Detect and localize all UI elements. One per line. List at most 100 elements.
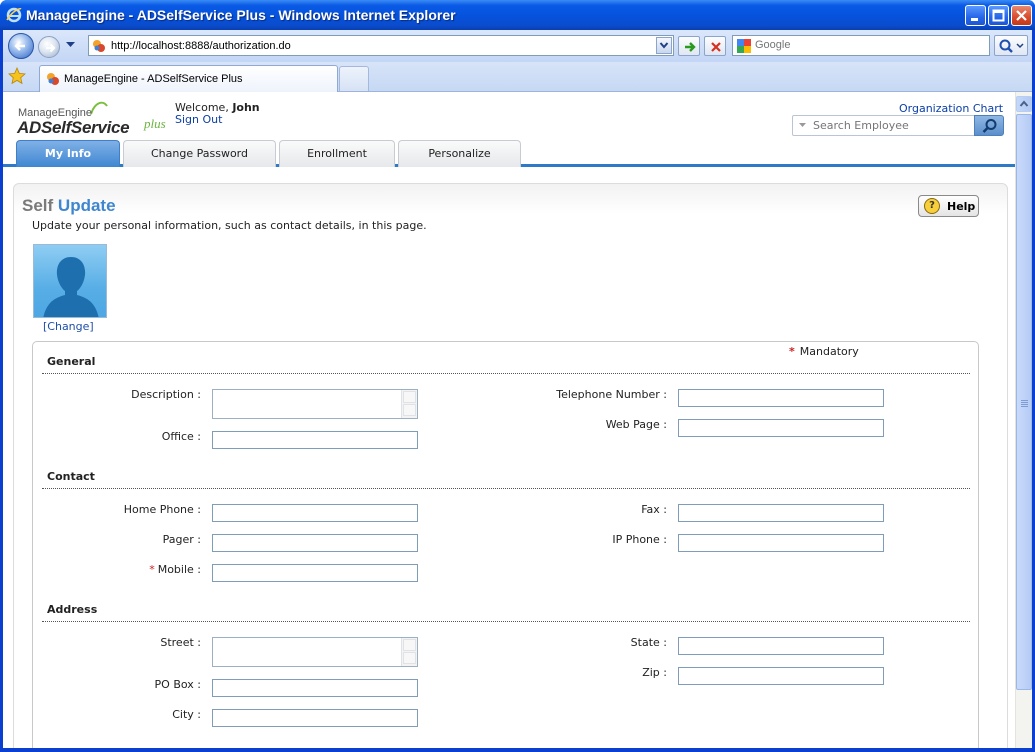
tab-enrollment[interactable]: Enrollment bbox=[279, 140, 395, 167]
help-button[interactable]: ? Help bbox=[918, 195, 979, 217]
section-contact-title: Contact bbox=[47, 470, 95, 483]
close-button[interactable] bbox=[1011, 5, 1032, 26]
page-scrollbar[interactable] bbox=[1015, 92, 1032, 748]
maximize-button[interactable] bbox=[988, 5, 1009, 26]
pager-label: Pager : bbox=[162, 533, 201, 546]
search-box bbox=[732, 35, 990, 56]
section-divider bbox=[42, 373, 970, 374]
google-icon bbox=[737, 39, 751, 53]
mobile-label: * Mobile : bbox=[41, 563, 201, 576]
section-general-title: General bbox=[47, 355, 96, 368]
pager-input[interactable] bbox=[212, 534, 418, 552]
forward-arrow-icon bbox=[46, 43, 56, 53]
app-tab-bar: My Info Change Password Enrollment Perso… bbox=[3, 139, 1015, 167]
favorites-star-icon[interactable] bbox=[8, 67, 26, 85]
help-label: Help bbox=[947, 200, 976, 213]
search-icon bbox=[982, 119, 997, 133]
mobile-input[interactable] bbox=[212, 564, 418, 582]
title-bar: ManageEngine - ADSelfService Plus - Wind… bbox=[0, 0, 1035, 30]
tab-personalize[interactable]: Personalize bbox=[398, 140, 521, 167]
fax-input[interactable] bbox=[678, 504, 884, 522]
street-textarea[interactable] bbox=[212, 637, 418, 667]
browser-tab-active[interactable]: ManageEngine - ADSelfService Plus bbox=[39, 65, 338, 92]
office-label: Office : bbox=[161, 430, 201, 443]
employee-search-box bbox=[792, 115, 975, 136]
po-box-label: PO Box : bbox=[154, 678, 201, 691]
page-title-part1: Self bbox=[22, 196, 54, 215]
search-filter-dropdown-icon[interactable] bbox=[799, 123, 806, 128]
telephone-input[interactable] bbox=[678, 389, 884, 407]
employee-search-input[interactable] bbox=[813, 119, 971, 132]
address-input[interactable] bbox=[111, 38, 651, 54]
chevron-down-icon bbox=[659, 42, 669, 49]
stop-button[interactable] bbox=[704, 36, 726, 56]
organization-chart-link[interactable]: Organization Chart bbox=[899, 102, 1003, 115]
home-phone-label: Home Phone : bbox=[123, 503, 201, 516]
tab-my-info[interactable]: My Info bbox=[16, 140, 120, 167]
app-logo: ManageEngine ADSelfService plus bbox=[17, 100, 177, 140]
tab-favicon-icon bbox=[47, 73, 59, 85]
search-icon bbox=[999, 39, 1024, 53]
scroll-grip bbox=[1021, 400, 1028, 401]
new-tab-button[interactable] bbox=[339, 66, 369, 91]
mandatory-legend: * Mandatory bbox=[789, 345, 859, 358]
go-button[interactable] bbox=[678, 36, 700, 56]
stop-icon bbox=[711, 42, 721, 52]
history-dropdown-icon[interactable] bbox=[66, 42, 75, 48]
minimize-button[interactable] bbox=[965, 5, 986, 26]
tab-change-password[interactable]: Change Password bbox=[123, 140, 276, 167]
textarea-scrollbar[interactable] bbox=[401, 638, 417, 666]
page-title-part2: Update bbox=[57, 196, 116, 215]
close-icon bbox=[1016, 10, 1027, 21]
browser-window: ManageEngine - ADSelfService Plus - Wind… bbox=[0, 0, 1035, 752]
navigation-bar bbox=[3, 30, 1032, 62]
browser-tab-title: ManageEngine - ADSelfService Plus bbox=[64, 73, 243, 85]
web-page-input[interactable] bbox=[678, 419, 884, 437]
zip-label: Zip : bbox=[642, 666, 667, 679]
mandatory-label: Mandatory bbox=[799, 345, 859, 358]
home-phone-input[interactable] bbox=[212, 504, 418, 522]
user-silhouette-icon bbox=[43, 257, 99, 317]
employee-search-button[interactable] bbox=[974, 115, 1004, 136]
office-input[interactable] bbox=[212, 431, 418, 449]
maximize-icon bbox=[992, 9, 1005, 22]
section-divider bbox=[42, 621, 970, 622]
street-label: Street : bbox=[160, 636, 201, 649]
address-bar bbox=[88, 35, 674, 56]
user-name: John bbox=[232, 101, 260, 114]
change-photo-link[interactable]: [Change] bbox=[43, 320, 94, 333]
scroll-up-button[interactable] bbox=[1016, 96, 1032, 112]
page-description: Update your personal information, such a… bbox=[32, 219, 427, 232]
po-box-input[interactable] bbox=[212, 679, 418, 697]
description-label: Description : bbox=[131, 388, 201, 401]
chevron-up-icon bbox=[1019, 100, 1029, 107]
telephone-label: Telephone Number : bbox=[556, 388, 667, 401]
address-dropdown-button[interactable] bbox=[656, 37, 672, 54]
web-search-button[interactable] bbox=[994, 35, 1028, 56]
required-star: * bbox=[149, 563, 155, 576]
sign-out-link[interactable]: Sign Out bbox=[175, 113, 222, 126]
go-arrow-icon bbox=[685, 42, 696, 52]
browser-tab-bar: ManageEngine - ADSelfService Plus bbox=[3, 62, 1032, 92]
fax-label: Fax : bbox=[641, 503, 667, 516]
back-arrow-icon bbox=[14, 41, 25, 51]
back-button[interactable] bbox=[8, 33, 34, 59]
section-divider bbox=[42, 488, 970, 489]
state-input[interactable] bbox=[678, 637, 884, 655]
logo-plus: plus bbox=[144, 116, 166, 131]
mandatory-star: * bbox=[789, 345, 795, 358]
ie-logo-icon bbox=[6, 7, 22, 23]
web-search-input[interactable] bbox=[755, 39, 980, 51]
description-textarea[interactable] bbox=[212, 389, 418, 419]
textarea-scrollbar[interactable] bbox=[401, 390, 417, 418]
city-input[interactable] bbox=[212, 709, 418, 727]
zip-input[interactable] bbox=[678, 667, 884, 685]
page-title: Self Update bbox=[22, 196, 116, 216]
window-title: ManageEngine - ADSelfService Plus - Wind… bbox=[26, 7, 456, 23]
ip-phone-input[interactable] bbox=[678, 534, 884, 552]
ip-phone-label: IP Phone : bbox=[612, 533, 667, 546]
city-label: City : bbox=[172, 708, 201, 721]
forward-button[interactable] bbox=[38, 36, 60, 58]
scroll-thumb[interactable] bbox=[1016, 114, 1032, 690]
web-page-label: Web Page : bbox=[605, 418, 667, 431]
